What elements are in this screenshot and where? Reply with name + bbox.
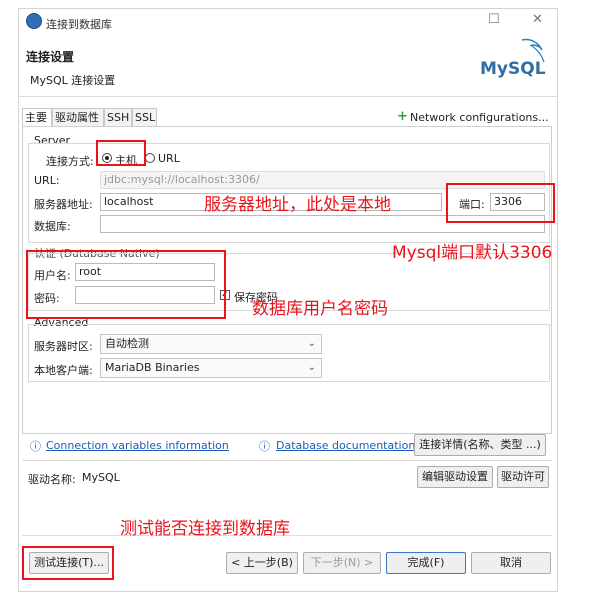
info-icon: ⓘ <box>259 440 270 453</box>
database-label: 数据库: <box>34 220 71 233</box>
cancel-button[interactable]: 取消 <box>471 552 551 574</box>
info-icon: ⓘ <box>30 440 41 453</box>
database-documentation-link[interactable]: Database documentation <box>276 439 415 452</box>
tab-driver-properties[interactable]: 驱动属性 <box>52 108 104 126</box>
annotation-port: Mysql端口默认3306 <box>392 243 553 263</box>
network-configurations-link[interactable]: Network configurations... <box>410 111 549 124</box>
timezone-value: 自动检测 <box>105 337 149 350</box>
highlight-port <box>446 183 555 223</box>
timezone-label: 服务器时区: <box>34 340 93 353</box>
connect-mode-label: 连接方式: <box>46 155 94 168</box>
previous-button[interactable]: < 上一步(B) <box>226 552 298 574</box>
tab-ssh[interactable]: SSH <box>104 108 132 126</box>
radio-url-label: URL <box>158 152 180 165</box>
highlight-test-connection <box>22 546 114 580</box>
chevron-down-icon: ⌄ <box>307 362 316 373</box>
edit-driver-settings-button[interactable]: 编辑驱动设置 <box>417 466 493 488</box>
client-label: 本地客户端: <box>34 364 93 377</box>
maximize-icon[interactable]: ☐ <box>488 12 500 27</box>
driver-name-value: MySQL <box>82 471 120 484</box>
driver-license-button[interactable]: 驱动许可 <box>497 466 549 488</box>
connection-details-button[interactable]: 连接详情(名称、类型 ...) <box>414 434 546 456</box>
timezone-select[interactable]: 自动检测 ⌄ <box>100 334 322 354</box>
finish-button[interactable]: 完成(F) <box>386 552 466 574</box>
client-value: MariaDB Binaries <box>105 361 200 374</box>
connection-variables-link[interactable]: Connection variables information <box>46 439 229 452</box>
tab-ssl[interactable]: SSL <box>132 108 157 126</box>
highlight-credentials <box>26 250 226 319</box>
mysql-logo: MySQL <box>480 38 546 79</box>
driver-name-label: 驱动名称: <box>28 473 76 486</box>
client-select[interactable]: MariaDB Binaries ⌄ <box>100 358 322 378</box>
host-label: 服务器地址: <box>34 198 93 211</box>
page-subtitle: MySQL 连接设置 <box>30 74 116 87</box>
radio-url[interactable] <box>145 153 155 163</box>
annotation-host: 服务器地址，此处是本地 <box>204 195 391 215</box>
annotation-test: 测试能否连接到数据库 <box>120 519 290 539</box>
highlight-connect-mode <box>96 140 146 166</box>
next-button[interactable]: 下一步(N) > <box>303 552 381 574</box>
close-icon[interactable]: ✕ <box>532 12 543 27</box>
annotation-credentials: 数据库用户名密码 <box>252 299 388 319</box>
chevron-down-icon: ⌄ <box>307 338 316 349</box>
mysql-logo-text: MySQL <box>480 59 546 79</box>
window-title: 连接到数据库 <box>46 18 112 31</box>
tab-main[interactable]: 主要 <box>22 108 52 126</box>
app-icon <box>26 13 42 29</box>
page-title: 连接设置 <box>26 50 75 64</box>
url-label: URL: <box>34 174 60 187</box>
plus-icon[interactable]: + <box>397 109 408 124</box>
